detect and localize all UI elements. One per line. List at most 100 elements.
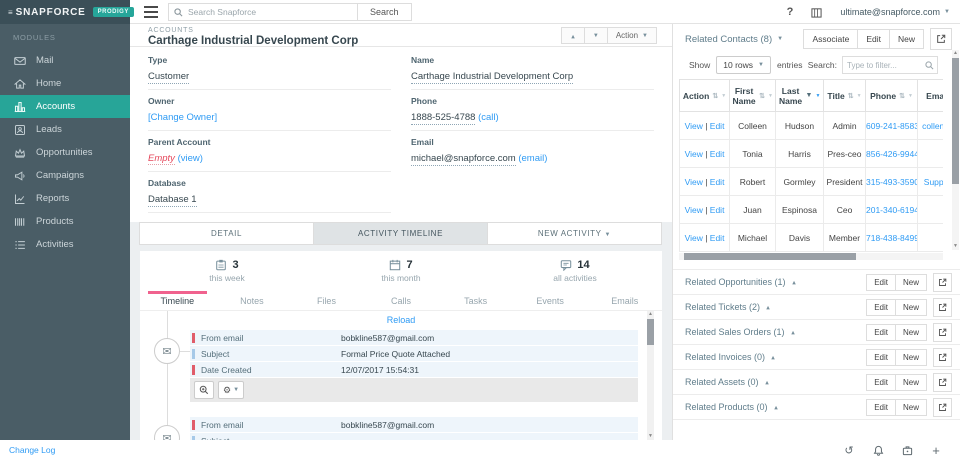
type-value[interactable]: Customer [148,71,190,84]
edit-button[interactable]: Edit [866,398,896,416]
table-vertical-scrollbar[interactable]: ▲ ▼ [952,50,959,250]
change-log-link[interactable]: Change Log [9,445,55,455]
edit-button[interactable]: Edit [866,273,896,291]
related-contacts-header[interactable]: Related Contacts (8) ▼ [685,34,783,45]
briefcase-icon[interactable] [899,442,915,458]
section-title[interactable]: Related Sales Orders (1) ▼ [685,327,796,337]
timeline-scrollbar[interactable]: ▲ ▼ [647,311,654,440]
zoom-in-button[interactable] [194,381,214,399]
filter-icon[interactable]: ▼ [857,93,862,99]
name-value[interactable]: Carthage Industrial Development Corp [411,71,574,84]
subtab-tasks[interactable]: Tasks [438,291,513,310]
edit-link[interactable]: Edit [710,149,725,159]
expand-button[interactable] [933,272,952,292]
email-subject-link[interactable]: Formal Price Quote Attached [341,349,450,359]
parent-account-value[interactable]: Empty [148,153,175,165]
new-button[interactable]: New [894,323,927,341]
scroll-up-arrow[interactable]: ▲ [647,311,654,318]
view-link[interactable]: View [685,177,703,187]
edit-button[interactable]: Edit [866,323,896,341]
tab-activity-timeline[interactable]: ACTIVITY TIMELINE [313,222,488,245]
sort-icon[interactable]: ⇅ [848,92,854,100]
col-header-action[interactable]: Action ⇅ ▼ [679,79,730,112]
sort-desc-icon[interactable]: ▼ [806,92,813,99]
new-button[interactable]: New [894,273,927,291]
sidebar-item-reports[interactable]: Reports [0,187,130,210]
table-horizontal-scrollbar[interactable] [679,253,943,260]
tab-new-activity[interactable]: NEW ACTIVITY ▼ [487,222,662,245]
section-title[interactable]: Related Opportunities (1) ▼ [685,277,797,287]
sidebar-item-opportunities[interactable]: Opportunities [0,141,130,164]
expand-button[interactable] [933,297,952,317]
change-owner-link[interactable]: [Change Owner] [148,112,217,123]
sidebar-item-accounts[interactable]: Accounts [0,95,130,118]
phone-link[interactable]: 201-340-6194 [867,205,917,215]
new-button[interactable]: New [894,398,927,416]
view-link[interactable]: View [685,121,703,131]
search-button[interactable]: Search [358,3,412,21]
new-button[interactable]: New [894,373,927,391]
edit-link[interactable]: Edit [710,233,725,243]
view-parent-link[interactable]: (view) [178,153,203,164]
filter-icon[interactable]: ▼ [908,93,913,99]
email-link[interactable]: (email) [518,153,547,164]
section-title[interactable]: Related Invoices (0) ▼ [685,352,776,362]
email-link[interactable]: Suppor [924,177,943,187]
email-activity-icon[interactable]: ✉ [154,425,180,440]
expand-button[interactable] [933,347,952,367]
sort-icon[interactable]: ⇅ [899,92,905,100]
edit-link[interactable]: Edit [710,121,725,131]
filter-icon[interactable]: ▼ [721,93,726,99]
sort-icon[interactable]: ⇅ [759,92,765,100]
rows-per-page-select[interactable]: 10 rows ▼ [716,56,771,74]
sidebar-item-campaigns[interactable]: Campaigns [0,164,130,187]
phone-link[interactable]: 609-241-8583 [867,121,917,131]
sidebar-item-activities[interactable]: Activities [0,233,130,256]
subtab-calls[interactable]: Calls [364,291,439,310]
expand-contacts-button[interactable] [930,28,952,50]
view-link[interactable]: View [685,149,703,159]
database-value[interactable]: Database 1 [148,194,197,207]
subtab-events[interactable]: Events [513,291,588,310]
add-icon[interactable]: + [928,442,944,458]
col-header-phone[interactable]: Phone ⇅ ▼ [865,79,918,112]
prev-record-button[interactable]: ▼ [560,27,585,44]
col-header-last-name[interactable]: Last Name ▼ ▼ [775,79,824,112]
sidebar-item-mail[interactable]: Mail [0,49,130,72]
phone-link[interactable]: 856-426-9944 [867,149,917,159]
email-link[interactable]: collen@ [922,121,943,131]
col-header-first-name[interactable]: First Name ⇅ ▼ [729,79,776,112]
subtab-notes[interactable]: Notes [215,291,290,310]
tab-detail[interactable]: DETAIL [139,222,314,245]
scrollbar-thumb[interactable] [647,319,654,345]
scroll-down-arrow[interactable]: ▼ [952,243,959,250]
history-icon[interactable]: ↺ [841,442,857,458]
next-record-button[interactable]: ▼ [583,27,608,44]
edit-link[interactable]: Edit [710,177,725,187]
subtab-timeline[interactable]: Timeline [140,291,215,310]
bell-icon[interactable] [870,442,886,458]
section-title[interactable]: Related Tickets (2) ▼ [685,302,771,312]
view-link[interactable]: View [685,233,703,243]
email-activity-icon[interactable]: ✉ [154,338,180,364]
hamburger-menu-icon[interactable] [144,6,158,18]
phone-link[interactable]: 718-438-8499 [867,233,917,243]
gear-dropdown-button[interactable]: ⚙ ▼ [218,381,245,399]
table-filter-input[interactable] [843,60,923,70]
new-button[interactable]: New [894,298,927,316]
phone-link[interactable]: 315-493-3590 [867,177,917,187]
new-button[interactable]: New [894,348,927,366]
scroll-up-arrow[interactable]: ▲ [952,50,959,57]
expand-button[interactable] [933,322,952,342]
filter-icon[interactable]: ▼ [768,93,773,99]
sidebar-item-home[interactable]: Home [0,72,130,95]
scroll-down-arrow[interactable]: ▼ [647,433,654,440]
edit-button[interactable]: Edit [866,298,896,316]
edit-link[interactable]: Edit [710,205,725,215]
edit-contacts-button[interactable]: Edit [857,29,890,49]
subtab-files[interactable]: Files [289,291,364,310]
filter-icon-active[interactable]: ▼ [815,93,820,99]
reload-link[interactable]: Reload [387,315,416,325]
col-header-email[interactable]: Email [917,79,943,112]
expand-button[interactable] [933,372,952,392]
